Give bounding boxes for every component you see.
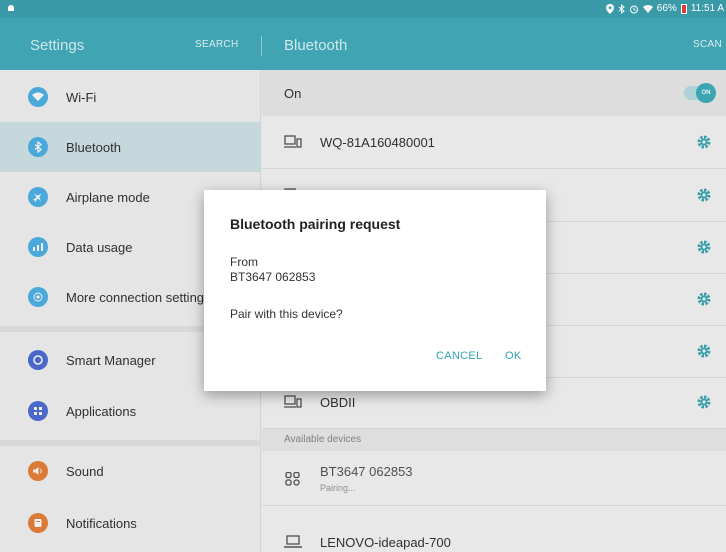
bluetooth-title: Bluetooth xyxy=(284,37,348,54)
app-bar: Settings SEARCH Bluetooth SCAN xyxy=(0,18,726,70)
battery-icon xyxy=(680,3,687,14)
laptop-icon xyxy=(284,535,302,548)
wifi-icon xyxy=(28,87,48,107)
alarm-icon xyxy=(629,5,638,13)
bluetooth-master-switch-row[interactable]: On ON xyxy=(262,70,726,116)
bluetooth-toggle[interactable]: ON xyxy=(684,83,716,103)
app-bar-divider xyxy=(261,36,262,56)
dialog-device-name: BT3647 062853 xyxy=(230,270,316,284)
sidebar-item-notifications[interactable]: Notifications xyxy=(0,498,261,548)
cancel-button[interactable]: CANCEL xyxy=(436,350,482,362)
location-icon xyxy=(605,3,614,14)
status-indicators: 66% 11:51 A xyxy=(605,3,724,14)
device-name: LENOVO-ideapad-700 xyxy=(320,535,451,550)
dialog-title: Bluetooth pairing request xyxy=(230,216,401,232)
scan-button[interactable]: SCAN xyxy=(693,39,722,50)
sidebar-item-wifi[interactable]: Wi-Fi xyxy=(0,72,261,122)
device-name: BT3647 062853 xyxy=(320,464,413,479)
computer-icon xyxy=(284,395,302,408)
gear-icon[interactable] xyxy=(696,343,712,359)
more-connection-icon xyxy=(28,287,48,307)
toggle-knob: ON xyxy=(696,83,716,103)
ok-button[interactable]: OK xyxy=(505,350,522,362)
clock: 11:51 A xyxy=(690,3,724,14)
dialog-from-label: From xyxy=(230,255,258,269)
gear-icon[interactable] xyxy=(696,239,712,255)
sidebar-item-sound[interactable]: Sound xyxy=(0,446,261,496)
sidebar-item-label: Bluetooth xyxy=(66,139,121,155)
sidebar-item-label: Applications xyxy=(66,403,137,419)
sound-icon xyxy=(28,461,48,481)
bluetooth-status-icon xyxy=(618,3,625,14)
paired-device-row[interactable]: WQ-81A160480001 xyxy=(262,117,726,169)
sidebar-item-label: Wi-Fi xyxy=(66,89,97,105)
dialog-message: Pair with this device? xyxy=(230,307,343,321)
smart-manager-icon xyxy=(28,350,48,370)
search-button[interactable]: SEARCH xyxy=(195,39,238,50)
pairing-status: Pairing... xyxy=(320,483,356,493)
sidebar-item-label: Notifications xyxy=(66,515,137,531)
bluetooth-on-label: On xyxy=(284,86,302,101)
wifi-status-icon xyxy=(642,4,653,13)
computer-icon xyxy=(284,135,302,148)
bluetooth-icon xyxy=(28,137,48,157)
settings-title: Settings xyxy=(30,37,85,54)
gear-icon[interactable] xyxy=(696,134,712,150)
gear-icon[interactable] xyxy=(696,187,712,203)
device-grid-icon xyxy=(285,472,300,486)
gear-icon[interactable] xyxy=(696,394,712,410)
available-devices-header: Available devices xyxy=(262,429,726,451)
applications-icon xyxy=(28,401,48,421)
battery-percent: 66% xyxy=(656,3,677,14)
available-device-row[interactable]: LENOVO-ideapad-700 xyxy=(262,507,726,552)
gear-icon[interactable] xyxy=(696,291,712,307)
device-name: WQ-81A160480001 xyxy=(320,135,435,150)
airplane-icon xyxy=(28,187,48,207)
available-devices-label: Available devices xyxy=(284,434,362,445)
sidebar-item-bluetooth[interactable]: Bluetooth xyxy=(0,122,261,172)
sidebar-item-label: Sound xyxy=(66,463,104,479)
status-bar: 66% 11:51 A xyxy=(0,0,726,18)
data-usage-icon xyxy=(28,237,48,257)
sidebar-item-applications[interactable]: Applications xyxy=(0,386,261,436)
pairing-request-dialog: Bluetooth pairing request From BT3647 06… xyxy=(204,190,546,391)
available-device-row[interactable]: BT3647 062853 Pairing... xyxy=(262,452,726,506)
notification-icon xyxy=(8,5,14,11)
device-name: OBDII xyxy=(320,395,356,410)
notifications-icon xyxy=(28,513,48,533)
